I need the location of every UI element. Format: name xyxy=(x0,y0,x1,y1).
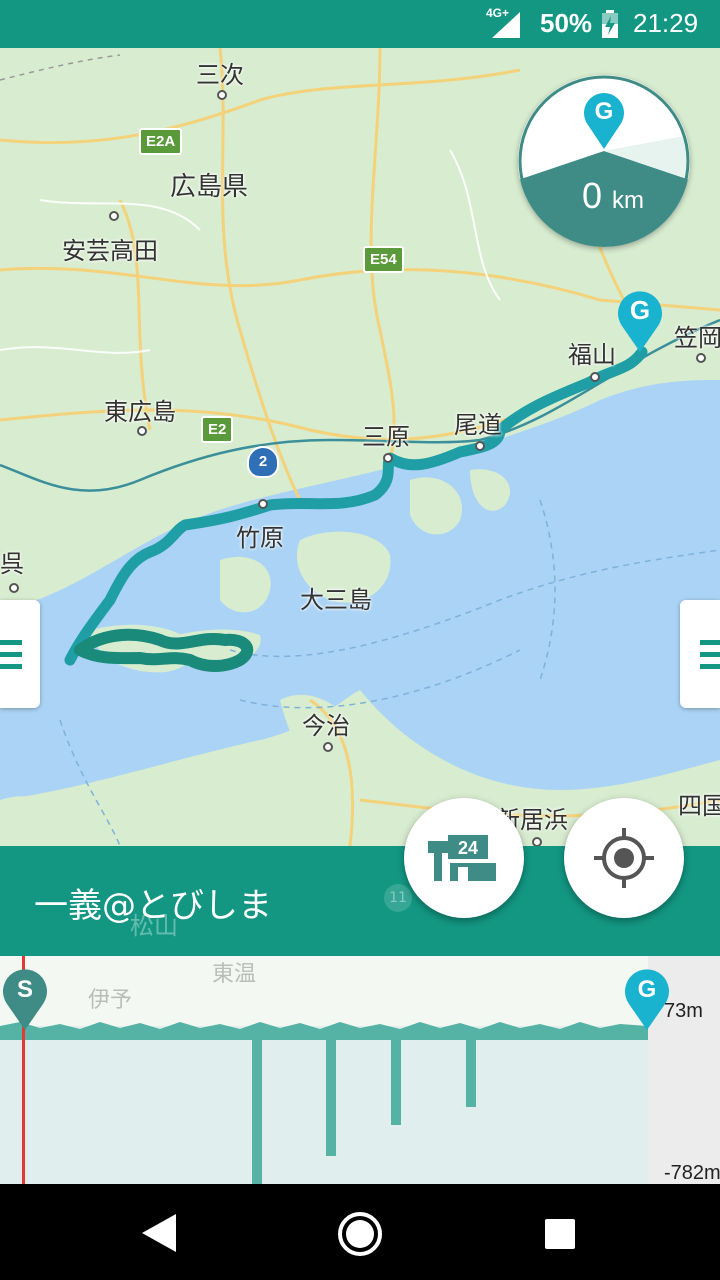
road-shield: 11 xyxy=(384,884,412,912)
svg-text:S: S xyxy=(17,976,33,1003)
map-label: 呉 xyxy=(0,550,24,578)
map-label: 竹原 xyxy=(236,524,284,552)
svg-text:G: G xyxy=(595,98,614,125)
svg-text:G: G xyxy=(638,976,657,1003)
map-label: 三原 xyxy=(362,423,410,451)
left-drawer-button[interactable] xyxy=(0,600,40,708)
svg-text:G: G xyxy=(630,295,650,325)
map-label: 東広島 xyxy=(104,398,176,426)
map-label: 三次 xyxy=(196,61,244,89)
map-label: 大三島 xyxy=(300,586,372,614)
map-label: 伊予 xyxy=(88,988,133,1013)
map-label: 尾道 xyxy=(454,411,502,439)
distance-to-goal-gauge[interactable]: G 0 km xyxy=(518,75,690,247)
signal-icon xyxy=(492,12,520,38)
map-label: 安芸高田 xyxy=(62,237,158,265)
map-label: 四国 xyxy=(678,792,720,820)
road-shield: 2 xyxy=(247,446,279,478)
elevation-max-label: 73m xyxy=(664,1000,703,1022)
road-shield: E2A xyxy=(139,128,183,155)
back-icon[interactable] xyxy=(142,1214,178,1252)
map-label: 東温 xyxy=(212,962,257,987)
start-marker-icon: S xyxy=(3,969,48,1030)
road-shield: E2 xyxy=(201,416,234,443)
map-label: 笠岡 xyxy=(674,324,720,352)
route-title: 一義@とびしま xyxy=(34,886,272,926)
right-drawer-button[interactable] xyxy=(680,600,720,708)
goal-pin-icon[interactable]: G xyxy=(614,286,666,354)
road-shield: E54 xyxy=(363,246,404,273)
elevation-min-label: -782m xyxy=(664,1162,720,1184)
my-location-button[interactable] xyxy=(564,798,684,918)
menu-icon xyxy=(0,640,22,669)
battery-percent: 50% xyxy=(540,8,593,38)
map-label: 福山 xyxy=(568,341,616,369)
convenience-store-24-icon: 24 xyxy=(428,835,496,881)
svg-text:24: 24 xyxy=(458,838,478,858)
crosshair-location-icon xyxy=(594,828,654,888)
map-label: 今治 xyxy=(302,712,350,740)
distance-unit: km xyxy=(612,187,644,214)
clock: 21:29 xyxy=(633,8,699,38)
home-icon[interactable] xyxy=(337,1211,383,1257)
map-label: 広島県 xyxy=(170,172,249,202)
status-bar: 4G+ 50% 21:29 xyxy=(0,0,720,48)
elevation-profile[interactable]: 東温 伊予 S G 73m -782m xyxy=(0,956,720,1184)
menu-icon xyxy=(700,640,720,669)
convenience-store-button[interactable]: 24 xyxy=(404,798,524,918)
system-nav-bar xyxy=(0,1184,720,1280)
distance-value: 0 xyxy=(582,175,603,216)
goal-marker-icon: G xyxy=(584,93,624,149)
recent-apps-icon[interactable] xyxy=(545,1219,575,1249)
battery-charging-icon xyxy=(602,10,618,38)
